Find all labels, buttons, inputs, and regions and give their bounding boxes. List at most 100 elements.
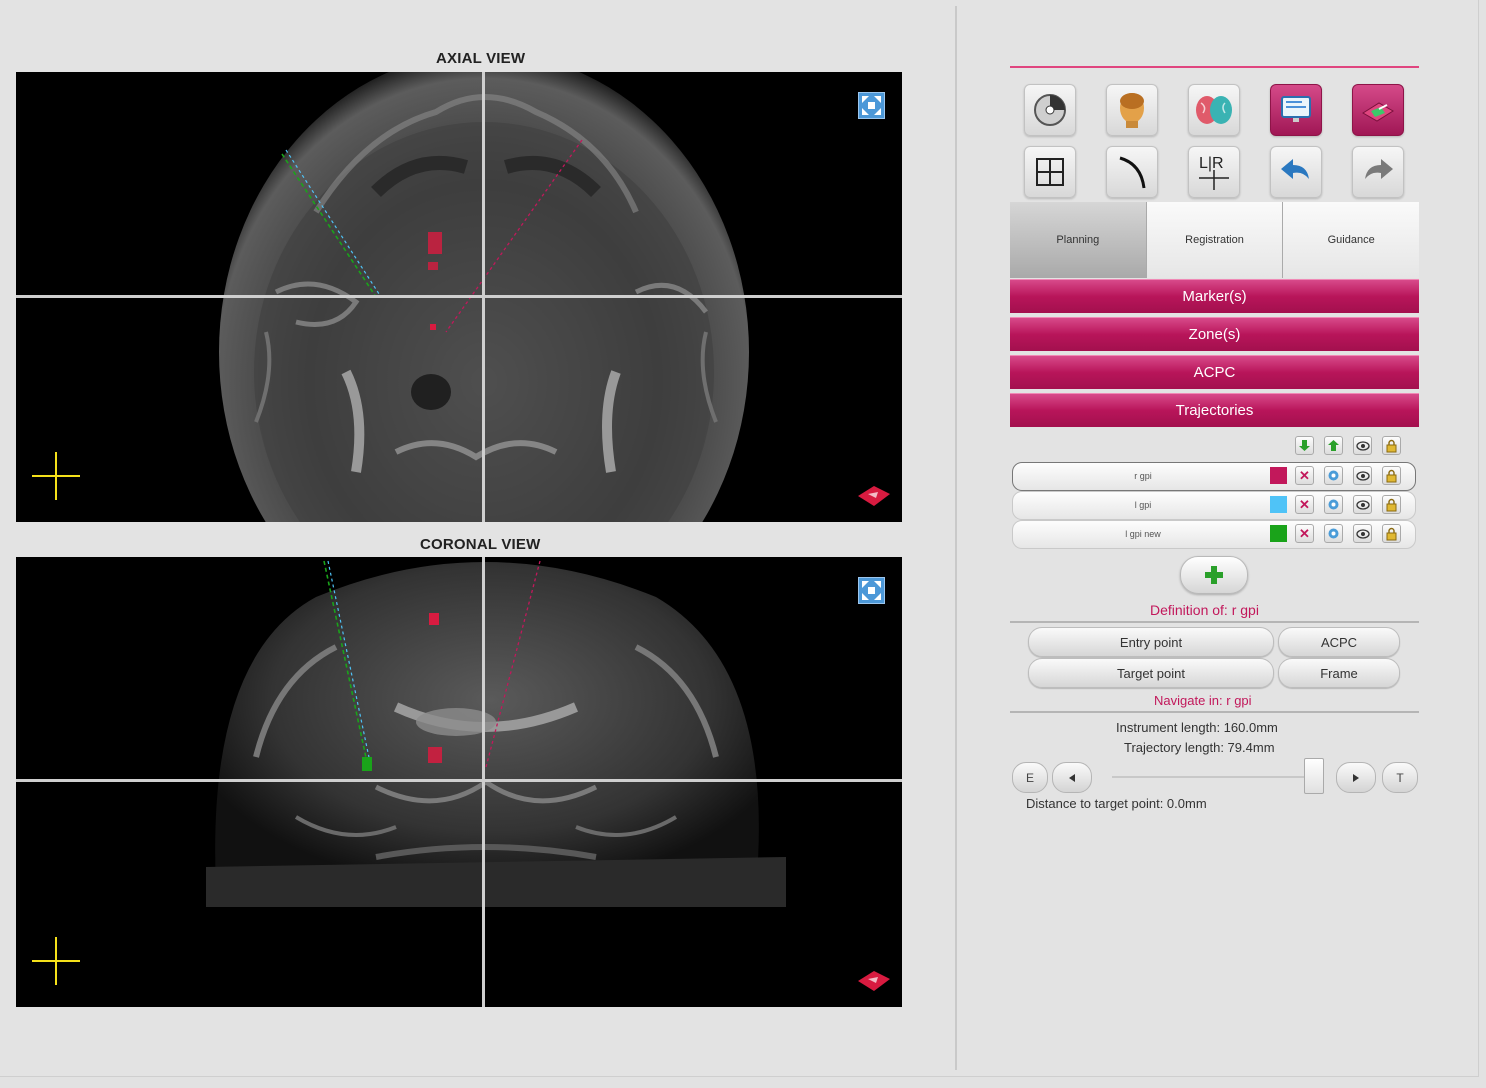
acpc-section-button[interactable]: ACPC bbox=[1010, 355, 1419, 389]
axial-crosshair-horizontal[interactable] bbox=[16, 295, 902, 298]
tab-registration[interactable]: Registration bbox=[1146, 202, 1284, 278]
head-icon bbox=[1120, 93, 1144, 128]
axial-orientation-axes-icon bbox=[32, 452, 80, 500]
layout-grid-button[interactable] bbox=[1024, 146, 1076, 198]
redo-icon bbox=[1365, 159, 1393, 179]
tab-registration-label: Registration bbox=[1185, 234, 1244, 246]
panel-divider[interactable] bbox=[955, 6, 957, 1070]
distance-to-target: Distance to target point: 0.0mm bbox=[1026, 796, 1207, 811]
trajectories-section-button[interactable]: Trajectories bbox=[1010, 393, 1419, 427]
lock-icon bbox=[1386, 498, 1397, 511]
definition-separator bbox=[1010, 621, 1419, 623]
eye-icon bbox=[1355, 528, 1370, 539]
move-down-button[interactable] bbox=[1295, 436, 1314, 455]
close-icon: ✕ bbox=[1299, 467, 1310, 483]
lock-icon bbox=[1386, 527, 1397, 540]
coronal-crosshair-horizontal[interactable] bbox=[16, 779, 902, 782]
markers-section-button[interactable]: Marker(s) bbox=[1010, 279, 1419, 313]
plus-icon bbox=[1205, 566, 1223, 584]
undo-button[interactable] bbox=[1270, 146, 1322, 198]
trajectory-visibility-button[interactable] bbox=[1353, 466, 1372, 485]
redo-button[interactable] bbox=[1352, 146, 1404, 198]
coronal-orientation-cube-icon bbox=[858, 971, 890, 991]
coronal-maximize-button[interactable] bbox=[858, 577, 885, 604]
trajectory-length: Trajectory length: 79.4mm bbox=[1124, 740, 1275, 755]
tab-planning-label: Planning bbox=[1056, 234, 1100, 246]
left-right-label: L|R bbox=[1199, 155, 1224, 172]
trajectory-lock-button[interactable] bbox=[1382, 524, 1401, 543]
navigate-separator bbox=[1010, 711, 1419, 713]
definition-title: Definition of: r gpi bbox=[1150, 602, 1259, 618]
zones-section-button[interactable]: Zone(s) bbox=[1010, 317, 1419, 351]
show-all-button[interactable] bbox=[1353, 436, 1372, 455]
arrow-up-icon bbox=[1328, 440, 1339, 451]
trajectory-color-swatch[interactable] bbox=[1270, 467, 1287, 484]
lock-icon bbox=[1386, 469, 1397, 482]
go-to-entry-button[interactable]: E bbox=[1012, 762, 1048, 793]
tab-guidance[interactable]: Guidance bbox=[1283, 202, 1420, 278]
brain-button[interactable] bbox=[1188, 84, 1240, 136]
maximize-icon bbox=[862, 96, 881, 115]
brain-icon bbox=[1196, 96, 1232, 124]
stereotactic-frame-button[interactable] bbox=[1352, 84, 1404, 136]
panel-top-accent-line bbox=[1010, 66, 1419, 68]
navigation-slider-thumb[interactable] bbox=[1304, 758, 1324, 794]
eye-icon bbox=[1355, 499, 1370, 510]
disk-icon bbox=[1034, 94, 1066, 126]
coronal-crosshair-vertical[interactable] bbox=[482, 557, 485, 1007]
move-up-button[interactable] bbox=[1324, 436, 1343, 455]
add-trajectory-button[interactable] bbox=[1180, 556, 1248, 594]
trajectory-visibility-button[interactable] bbox=[1353, 495, 1372, 514]
coronal-viewport[interactable] bbox=[16, 557, 902, 1007]
acpc-button[interactable]: ACPC bbox=[1278, 627, 1400, 657]
entry-point-button[interactable]: Entry point bbox=[1028, 627, 1274, 657]
delete-trajectory-button[interactable]: ✕ bbox=[1295, 466, 1314, 485]
disk-button[interactable] bbox=[1024, 84, 1076, 136]
trajectory-color-swatch[interactable] bbox=[1270, 525, 1287, 542]
step-back-button[interactable] bbox=[1052, 762, 1092, 793]
stereotactic-frame-icon bbox=[1362, 102, 1394, 122]
delete-trajectory-button[interactable]: ✕ bbox=[1295, 524, 1314, 543]
axial-maximize-button[interactable] bbox=[858, 92, 885, 119]
axial-viewport[interactable] bbox=[16, 72, 902, 522]
navigation-slider-track[interactable] bbox=[1112, 776, 1322, 778]
trajectory-settings-button[interactable] bbox=[1324, 466, 1343, 485]
left-right-icon: L|R bbox=[1199, 155, 1229, 190]
trajectory-settings-button[interactable] bbox=[1324, 524, 1343, 543]
curve-icon bbox=[1119, 156, 1146, 189]
trajectory-name: l gpi new bbox=[1125, 529, 1161, 539]
trajectory-lock-button[interactable] bbox=[1382, 466, 1401, 485]
axial-view-title: AXIAL VIEW bbox=[436, 50, 526, 67]
step-forward-button[interactable] bbox=[1336, 762, 1376, 793]
tab-guidance-label: Guidance bbox=[1327, 234, 1375, 246]
head-button[interactable] bbox=[1106, 84, 1158, 136]
gear-icon bbox=[1328, 470, 1339, 481]
arrow-down-icon bbox=[1299, 440, 1310, 451]
trajectory-visibility-button[interactable] bbox=[1353, 524, 1372, 543]
maximize-icon bbox=[862, 581, 881, 600]
target-point-button[interactable]: Target point bbox=[1028, 658, 1274, 688]
trajectory-color-swatch[interactable] bbox=[1270, 496, 1287, 513]
triangle-left-icon bbox=[1069, 773, 1075, 782]
left-right-button[interactable]: L|R bbox=[1188, 146, 1240, 198]
mode-tabs: Planning Registration Guidance bbox=[1010, 202, 1420, 278]
delete-trajectory-button[interactable]: ✕ bbox=[1295, 495, 1314, 514]
gear-icon bbox=[1328, 528, 1339, 539]
go-to-target-button[interactable]: T bbox=[1382, 762, 1418, 793]
lock-all-button[interactable] bbox=[1382, 436, 1401, 455]
close-icon: ✕ bbox=[1299, 525, 1310, 541]
trajectory-name: l gpi bbox=[1134, 500, 1152, 510]
tab-planning[interactable]: Planning bbox=[1010, 202, 1147, 278]
frame-button[interactable]: Frame bbox=[1278, 658, 1400, 688]
axial-crosshair-vertical[interactable] bbox=[482, 72, 485, 522]
trajectory-name: r gpi bbox=[1134, 471, 1152, 481]
trajectory-lock-button[interactable] bbox=[1382, 495, 1401, 514]
lock-icon bbox=[1386, 439, 1397, 452]
gear-icon bbox=[1328, 499, 1339, 510]
curve-button[interactable] bbox=[1106, 146, 1158, 198]
monitor-button[interactable] bbox=[1270, 84, 1322, 136]
trajectory-settings-button[interactable] bbox=[1324, 495, 1343, 514]
coronal-view-title: CORONAL VIEW bbox=[420, 536, 541, 553]
instrument-length: Instrument length: 160.0mm bbox=[1116, 720, 1278, 735]
eye-icon bbox=[1355, 470, 1370, 481]
